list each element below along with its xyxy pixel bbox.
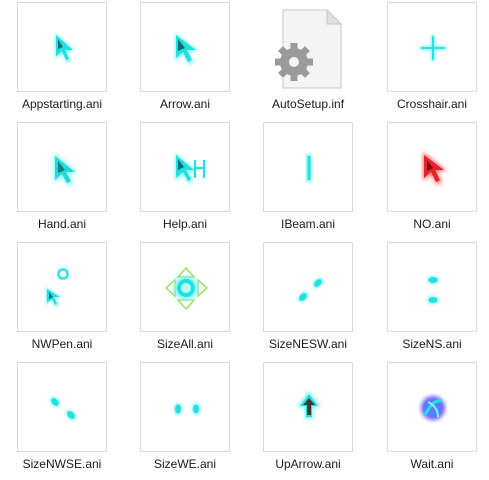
file-thumbnail[interactable] — [387, 2, 477, 92]
file-name: Hand.ani — [37, 217, 87, 231]
file-name: SizeNS.ani — [402, 337, 462, 351]
file-thumbnail[interactable] — [387, 242, 477, 332]
size-we-cursor-icon — [174, 403, 200, 415]
file-thumbnail[interactable] — [387, 122, 477, 212]
file-thumbnail[interactable] — [140, 122, 230, 212]
file-thumbnail[interactable] — [140, 2, 230, 92]
file-item-sizeall[interactable]: SizeAll.ani — [129, 240, 241, 360]
file-item-sizenesw[interactable]: SizeNESW.ani — [252, 240, 364, 360]
size-ns-cursor-icon — [427, 276, 439, 304]
file-thumbnail[interactable] — [387, 362, 477, 452]
file-name: SizeNWSE.ani — [22, 457, 102, 471]
file-item-autosetup[interactable]: AutoSetup.inf — [252, 0, 364, 120]
file-thumbnail[interactable] — [17, 362, 107, 452]
file-item-no[interactable]: NO.ani — [376, 120, 488, 240]
file-name: Help.ani — [162, 217, 208, 231]
file-item-help[interactable]: Help.ani — [129, 120, 241, 240]
file-item-crosshair[interactable]: Crosshair.ani — [376, 0, 488, 120]
file-thumbnail[interactable] — [263, 242, 353, 332]
crosshair-cursor-icon — [420, 35, 446, 61]
file-name: AutoSetup.inf — [271, 97, 345, 111]
file-thumbnail[interactable] — [140, 242, 230, 332]
appstarting-cursor-icon — [55, 33, 75, 63]
file-name: Appstarting.ani — [21, 97, 103, 111]
pen-cursor-icon — [46, 267, 70, 307]
file-item-sizens[interactable]: SizeNS.ani — [376, 240, 488, 360]
file-name: Crosshair.ani — [396, 97, 468, 111]
hand-cursor-icon — [54, 153, 78, 186]
file-name: SizeAll.ani — [156, 337, 214, 351]
size-all-cursor-icon — [164, 266, 209, 311]
file-item-hand[interactable]: Hand.ani — [6, 120, 118, 240]
file-item-sizenwse[interactable]: SizeNWSE.ani — [6, 360, 118, 480]
file-name: Wait.ani — [410, 457, 454, 471]
file-name: SizeWE.ani — [153, 457, 217, 471]
file-thumbnail[interactable] — [17, 122, 107, 212]
file-name: NWPen.ani — [31, 337, 93, 351]
file-thumbnail[interactable] — [17, 2, 107, 92]
help-cursor-icon — [175, 153, 206, 184]
size-nesw-cursor-icon — [297, 277, 324, 303]
size-nwse-cursor-icon — [49, 396, 77, 421]
file-name: UpArrow.ani — [275, 457, 341, 471]
file-name: Arrow.ani — [159, 97, 211, 111]
wait-cursor-icon — [421, 396, 445, 420]
file-thumbnail[interactable] — [17, 242, 107, 332]
file-item-wait[interactable]: Wait.ani — [376, 360, 488, 480]
up-arrow-cursor-icon — [297, 391, 321, 419]
file-name: SizeNESW.ani — [268, 337, 348, 351]
file-thumbnail[interactable] — [140, 362, 230, 452]
file-item-appstarting[interactable]: Appstarting.ani — [6, 0, 118, 120]
file-grid: Appstarting.ani Arrow.ani AutoSetup.inf … — [0, 0, 489, 480]
file-name: IBeam.ani — [280, 217, 336, 231]
file-item-nwpen[interactable]: NWPen.ani — [6, 240, 118, 360]
file-name: NO.ani — [413, 217, 451, 231]
file-item-uparrow[interactable]: UpArrow.ani — [252, 360, 364, 480]
ibeam-cursor-icon — [306, 154, 312, 182]
file-thumbnail[interactable] — [263, 2, 353, 92]
file-item-arrow[interactable]: Arrow.ani — [129, 0, 241, 120]
file-thumbnail[interactable] — [263, 362, 353, 452]
no-cursor-icon — [423, 152, 447, 185]
file-item-ibeam[interactable]: IBeam.ani — [252, 120, 364, 240]
arrow-cursor-icon — [175, 33, 199, 65]
file-thumbnail[interactable] — [263, 122, 353, 212]
settings-file-icon — [275, 8, 343, 89]
file-item-sizewe[interactable]: SizeWE.ani — [129, 360, 241, 480]
